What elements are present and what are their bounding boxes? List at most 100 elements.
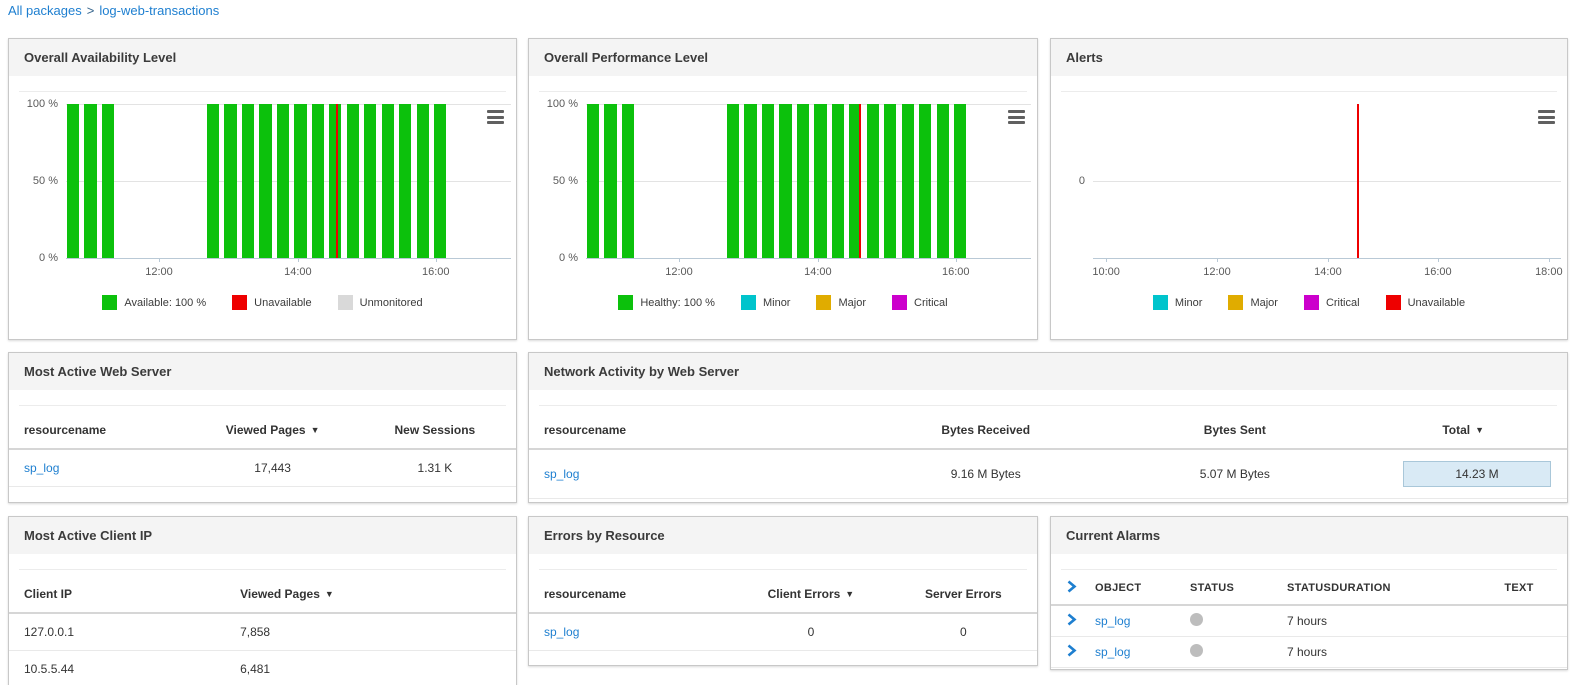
resource-link[interactable]: sp_log [544,467,579,481]
sort-desc-icon[interactable]: ▼ [325,589,334,599]
sort-desc-icon[interactable]: ▼ [845,589,854,599]
cell-value: 1.31 K [417,461,453,475]
panel-overall-availability: Overall Availability Level 100 % 50 % 0 % 1… [8,38,517,340]
column-header-resourcename[interactable]: resourcename [529,570,733,614]
column-header-label: Total [1442,423,1471,437]
x-axis-tick-label: 12:00 [665,266,693,278]
chart-bar [884,104,897,258]
data-table: resourcename Client Errors ▼ Server Errors s… [529,570,1037,651]
column-header-label: Server Errors [924,587,1002,601]
column-header-statusduration[interactable]: STATUSDURATION [1281,570,1471,606]
cell-value: 0 [959,625,967,639]
resource-link[interactable]: sp_log [24,461,59,475]
chart-bar [761,104,775,258]
chart-bar [866,104,879,258]
chart-legend: Healthy: 100 % Minor Major Critical [529,295,1037,310]
table-row: sp_log 0 0 [529,613,1037,651]
table-row: sp_log 9.16 M Bytes 5.07 M Bytes 14.23 M [529,449,1567,499]
legend-swatch [618,295,634,310]
chart-bar [621,104,635,258]
column-header-new-sessions[interactable]: New Sessions [353,406,516,450]
chevron-right-icon[interactable] [1065,644,1078,657]
column-header-client-ip[interactable]: Client IP [9,570,233,614]
legend-swatch [1385,295,1401,310]
most-active-client-ip-table: Client IP Viewed Pages ▼ 127.0.0.1 7,858 10.5… [9,570,516,685]
cell-object: sp_log [1089,636,1184,668]
chart-bar [936,104,949,258]
panel-title: Overall Availability Level [9,39,516,76]
cell-text [1471,636,1567,668]
availability-chart[interactable]: 100 % 50 % 0 % 12:00 14:00 16:00 [27,98,511,278]
cell-value: 127.0.0.1 [24,625,75,639]
column-header-label: TEXT [1504,582,1534,594]
hamburger-icon[interactable] [1538,110,1555,124]
legend-swatch [892,295,907,310]
current-time-marker [336,104,338,258]
column-header-status[interactable]: STATUS [1184,570,1281,606]
chart-bar [779,104,792,258]
y-axis-label: 0 % [559,252,578,264]
x-axis-tick-label: 16:00 [942,266,970,278]
alerts-chart[interactable]: 0 10:00 12:00 14:00 16:00 18:00 [1079,104,1563,278]
column-header-server-errors[interactable]: Server Errors [889,570,1037,614]
chevron-right-icon[interactable] [1065,580,1078,593]
chevron-right-icon[interactable] [1065,613,1078,626]
panel-most-active-client-ip: Most Active Client IP Client IP Viewed Pa… [8,516,517,685]
hamburger-icon[interactable] [1008,110,1025,124]
legend-item: Unmonitored [337,295,423,310]
sort-desc-icon[interactable]: ▼ [1475,425,1484,435]
cell-value: 7 hours [1287,645,1328,659]
cell-value: 0 [807,625,815,639]
legend-item: Minor [1152,295,1202,310]
cell-resourcename: sp_log [529,613,733,651]
breadcrumb-link-all-packages[interactable]: All packages [8,3,82,18]
column-header-viewed-pages[interactable]: Viewed Pages ▼ [191,406,354,450]
chart-bar [831,104,844,258]
panel-network-activity: Network Activity by Web Server resourcen… [528,352,1568,503]
performance-chart[interactable]: 100 % 50 % 0 % 12:00 14:00 16:00 [547,98,1031,278]
chart-bar [241,104,255,258]
x-axis-tick-label: 14:00 [804,266,832,278]
table-header-row: resourcename Viewed Pages ▼ New Sessions [9,406,516,450]
resource-link[interactable]: sp_log [544,625,579,639]
x-axis-tick [1437,258,1439,262]
cell-client-errors: 0 [732,613,890,651]
status-circle-icon [1190,644,1203,657]
legend-item: Minor [740,295,791,310]
legend-swatch [816,295,832,310]
sort-desc-icon[interactable]: ▼ [311,425,320,435]
cell-value: 17,443 [254,461,291,475]
column-header-bytes-sent[interactable]: Bytes Sent [1110,406,1360,450]
resource-link[interactable]: sp_log [1095,614,1130,628]
breadcrumb: All packages > log-web-transactions [8,3,219,18]
cell-value: 7 hours [1287,614,1328,628]
chart-bar [206,104,220,258]
legend-label: Major [838,296,866,309]
breadcrumb-link-current[interactable]: log-web-transactions [99,3,219,18]
table-header-row: Client IP Viewed Pages ▼ [9,570,516,614]
column-header-viewed-pages[interactable]: Viewed Pages ▼ [232,570,516,614]
column-header-bytes-received[interactable]: Bytes Received [861,406,1111,450]
column-header-object[interactable]: OBJECT [1089,570,1184,606]
table-row: 127.0.0.1 7,858 [9,613,516,651]
column-header-label: Client Errors [767,587,841,601]
data-table: Client IP Viewed Pages ▼ 127.0.0.1 7,858 10.5… [9,570,516,685]
column-header-resourcename[interactable]: resourcename [529,406,862,450]
panel-title: Overall Performance Level [529,39,1037,76]
chart-bar [276,104,290,258]
column-header-total[interactable]: Total ▼ [1359,406,1567,450]
chart-bar [84,104,97,258]
breadcrumb-separator: > [86,3,95,18]
column-header-text[interactable]: TEXT [1471,570,1567,606]
legend-label: Minor [762,296,791,309]
resource-link[interactable]: sp_log [1095,645,1130,659]
cell-resourcename: sp_log [529,449,862,499]
column-header-client-errors[interactable]: Client Errors ▼ [732,570,890,614]
panel-title: Errors by Resource [529,517,1037,554]
chart-bar [346,104,359,258]
table-row: sp_log 7 hours [1051,605,1567,637]
hamburger-icon[interactable] [487,110,504,124]
column-header-resourcename[interactable]: resourcename [9,406,192,450]
legend-item: Major [816,295,866,310]
x-axis-tick-label: 16:00 [1424,266,1452,278]
